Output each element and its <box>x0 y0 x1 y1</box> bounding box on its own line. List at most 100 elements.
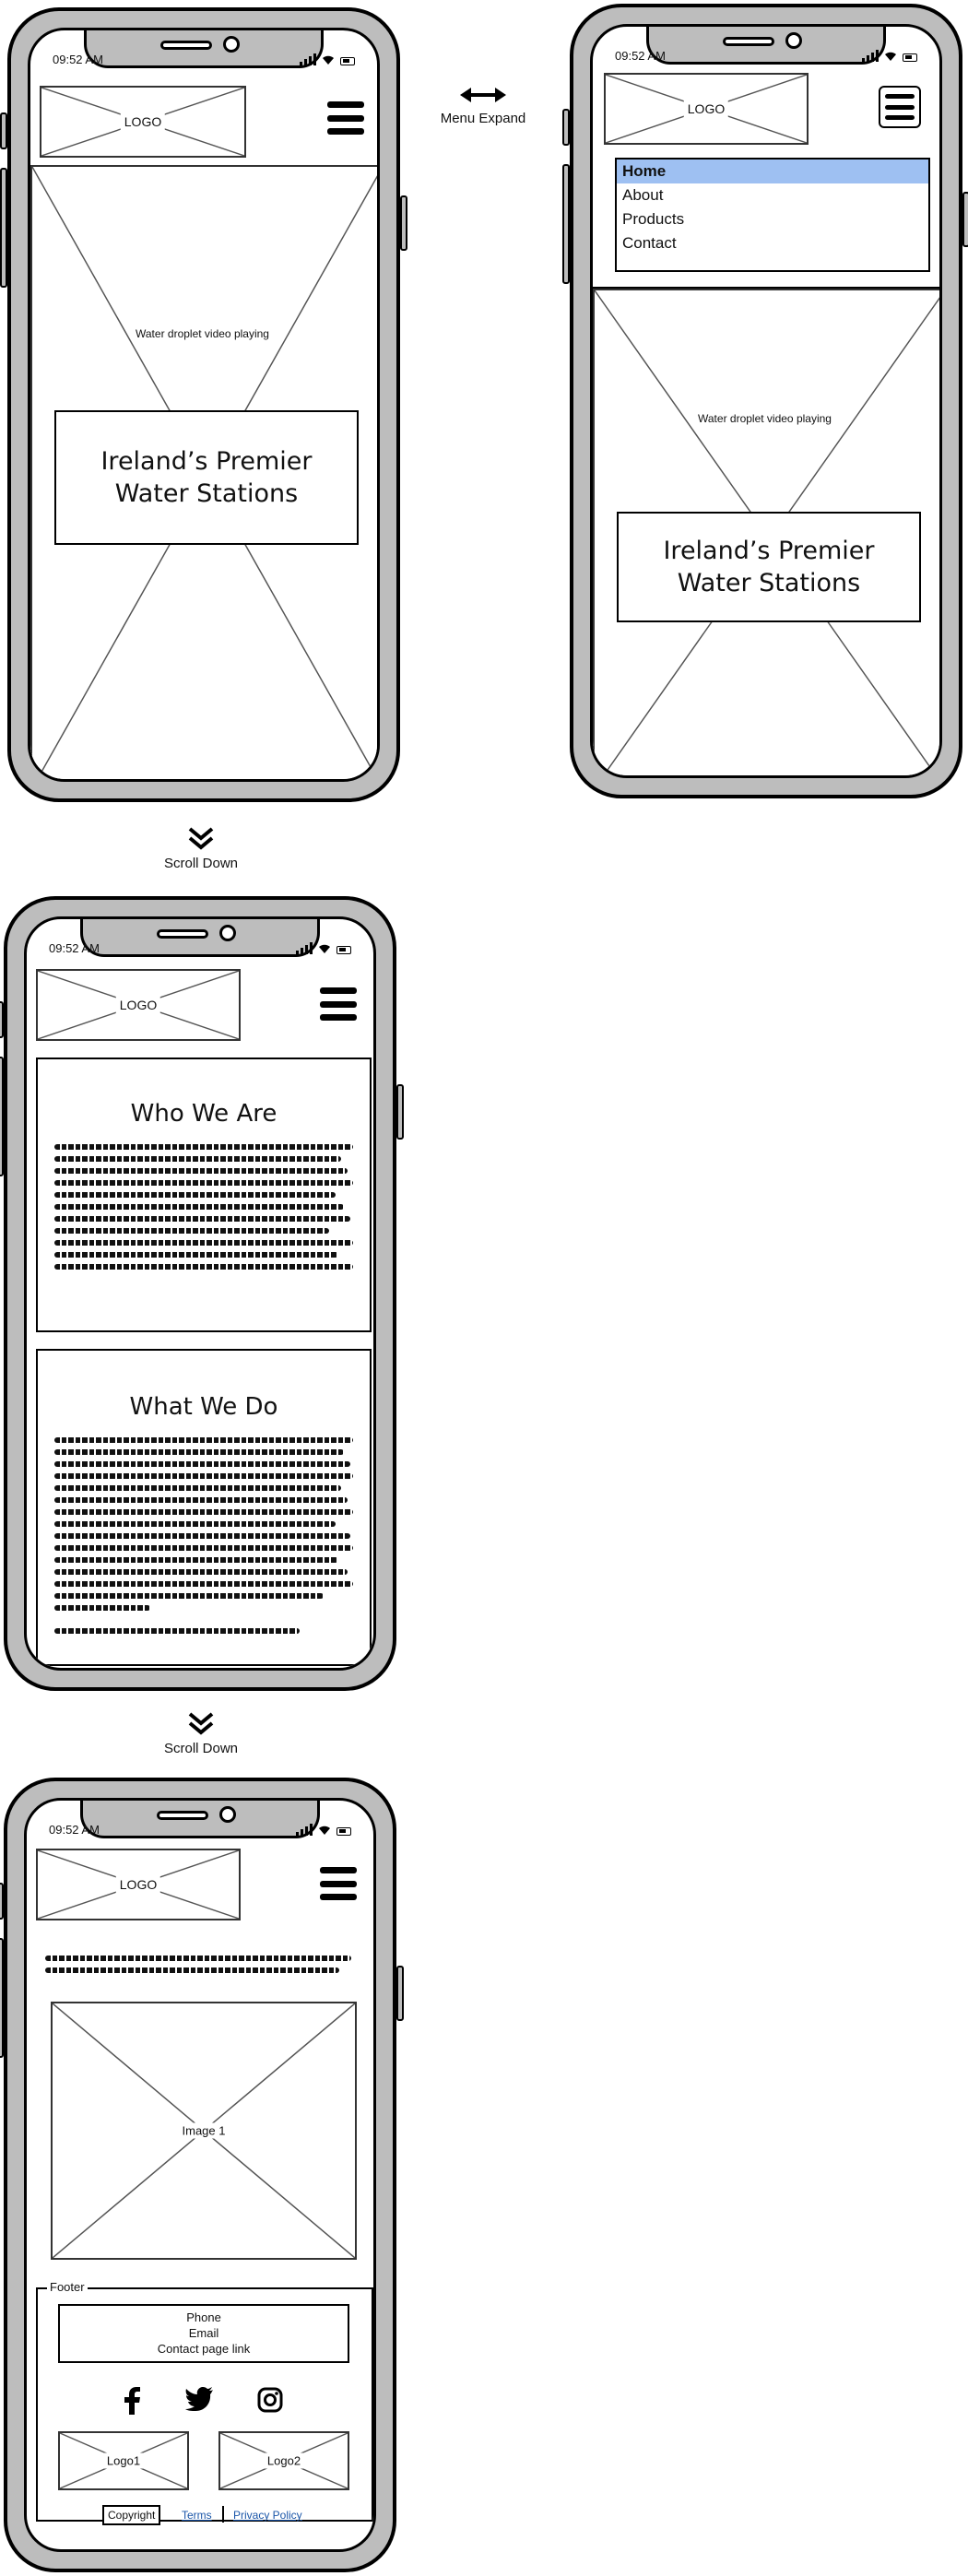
signal-icon <box>300 53 316 65</box>
privacy-policy-link[interactable]: Privacy Policy <box>233 2509 302 2522</box>
side-button <box>0 112 7 149</box>
menu-item-about[interactable]: About <box>617 183 928 207</box>
hamburger-menu-icon <box>885 94 915 120</box>
phone-notch <box>80 919 320 957</box>
logo-label: LOGO <box>115 1876 161 1893</box>
phone-screen: 09:52 AM LOGO Who We Are What We Do <box>24 916 376 1671</box>
status-time: 09:52 AM <box>49 941 100 955</box>
hero-title-line2: Water Stations <box>114 479 299 508</box>
side-button <box>0 1883 4 1920</box>
wifi-icon <box>323 55 334 65</box>
wifi-icon <box>885 52 896 61</box>
who-we-are-section: Who We Are <box>36 1058 372 1332</box>
logo-placeholder[interactable]: LOGO <box>604 73 809 145</box>
battery-icon <box>903 53 917 62</box>
logo-placeholder[interactable]: LOGO <box>40 86 246 158</box>
hero-title-line1: Ireland’s Premier <box>663 537 875 565</box>
hero-title-box: Ireland’s Premier Water Stations <box>617 512 921 622</box>
signal-icon <box>296 942 313 954</box>
side-button <box>0 1001 4 1038</box>
battery-icon <box>340 57 355 65</box>
battery-icon <box>336 1827 351 1836</box>
footer-logo2-placeholder[interactable]: Logo2 <box>218 2431 349 2490</box>
hamburger-menu-icon[interactable] <box>320 987 357 1021</box>
menu-item-contact[interactable]: Contact <box>617 231 928 255</box>
status-icons <box>862 49 917 62</box>
hero-title-line2: Water Stations <box>677 569 861 597</box>
phone-notch <box>646 27 886 65</box>
menu-expand-annotation: Menu Expand <box>428 85 538 126</box>
status-time: 09:52 AM <box>49 1823 100 1837</box>
menu-item-products[interactable]: Products <box>617 207 928 231</box>
battery-icon <box>336 946 351 954</box>
logo-placeholder[interactable]: LOGO <box>36 1849 241 1920</box>
signal-icon <box>296 1824 313 1836</box>
double-chevron-down-icon <box>188 827 214 850</box>
logo-label: LOGO <box>120 113 166 130</box>
phone-menu-expanded: 09:52 AM LOGO Home About Products Contac… <box>562 4 968 798</box>
status-time: 09:52 AM <box>615 49 666 63</box>
status-time: 09:52 AM <box>53 53 103 66</box>
status-icons <box>296 941 351 954</box>
side-button <box>962 192 968 247</box>
facebook-icon[interactable] <box>123 2387 141 2415</box>
who-we-are-title: Who We Are <box>130 1100 277 1128</box>
footer-logo1-placeholder[interactable]: Logo1 <box>58 2431 189 2490</box>
signal-icon <box>862 50 879 62</box>
what-we-do-title: What We Do <box>129 1393 278 1421</box>
side-button <box>562 164 570 284</box>
wifi-icon <box>319 1826 330 1835</box>
hamburger-menu-button[interactable] <box>879 86 921 128</box>
footer-logo2-label: Logo2 <box>263 2452 305 2469</box>
double-arrow-icon <box>460 88 506 102</box>
menu-item-home[interactable]: Home <box>617 160 928 183</box>
contact-box: Phone Email Contact page link <box>58 2304 349 2363</box>
terms-link[interactable]: Terms <box>182 2509 212 2522</box>
hero-video-caption: Water droplet video playing <box>132 327 273 340</box>
logo-placeholder[interactable]: LOGO <box>36 969 241 1041</box>
dropdown-menu: Home About Products Contact <box>615 158 930 272</box>
phone-content: 09:52 AM LOGO Who We Are What We Do <box>0 896 404 1691</box>
scroll-down-annotation: Scroll Down <box>146 826 256 871</box>
image-caption: Image 1 <box>178 2122 230 2139</box>
footer-legend: Footer <box>47 2280 88 2294</box>
what-we-do-section: What We Do <box>36 1349 372 1666</box>
placeholder-text <box>54 1437 353 1634</box>
social-icons <box>123 2387 283 2415</box>
phone-landing: 09:52 AM LOGO Water droplet video playin… <box>0 7 407 802</box>
phone-screen: 09:52 AM LOGO Water droplet video playin… <box>28 28 380 782</box>
footer-section: Footer Phone Email Contact page link Log… <box>36 2280 373 2525</box>
side-button <box>396 1966 404 2021</box>
side-button <box>400 195 407 251</box>
hero-video-caption: Water droplet video playing <box>694 412 835 425</box>
hero-title-line1: Ireland’s Premier <box>100 447 313 476</box>
footer-link-separator <box>222 2506 224 2523</box>
hamburger-menu-icon[interactable] <box>320 1867 357 1900</box>
image-placeholder[interactable]: Image 1 <box>51 2002 357 2260</box>
side-button <box>562 109 570 146</box>
menu-expand-label: Menu Expand <box>440 111 526 126</box>
placeholder-text <box>54 1144 353 1270</box>
logo-label: LOGO <box>115 997 161 1013</box>
phone-screen: 09:52 AM LOGO Home About Products Contac… <box>590 24 942 778</box>
side-button <box>0 1057 4 1176</box>
phone-screen: 09:52 AM LOGO Image 1 Footer Phone Email… <box>24 1798 376 2552</box>
email-text: Email <box>188 2326 219 2340</box>
double-chevron-down-icon <box>188 1712 214 1735</box>
instagram-icon[interactable] <box>257 2387 283 2413</box>
status-icons <box>296 1823 351 1836</box>
status-icons <box>300 53 355 65</box>
copyright-label: Copyright <box>102 2505 161 2525</box>
hamburger-menu-icon[interactable] <box>327 101 364 135</box>
logo-label: LOGO <box>683 100 729 117</box>
scroll-down-label: Scroll Down <box>163 1741 239 1756</box>
twitter-icon[interactable] <box>185 2387 213 2411</box>
contact-page-link[interactable]: Contact page link <box>60 2341 348 2357</box>
scroll-down-label: Scroll Down <box>163 856 239 871</box>
phone-notch <box>80 1801 320 1838</box>
phone-footer: 09:52 AM LOGO Image 1 Footer Phone Email… <box>0 1778 404 2572</box>
wifi-icon <box>319 944 330 953</box>
side-button <box>396 1084 404 1140</box>
phone-notch <box>84 30 324 68</box>
placeholder-text <box>45 1956 351 1973</box>
